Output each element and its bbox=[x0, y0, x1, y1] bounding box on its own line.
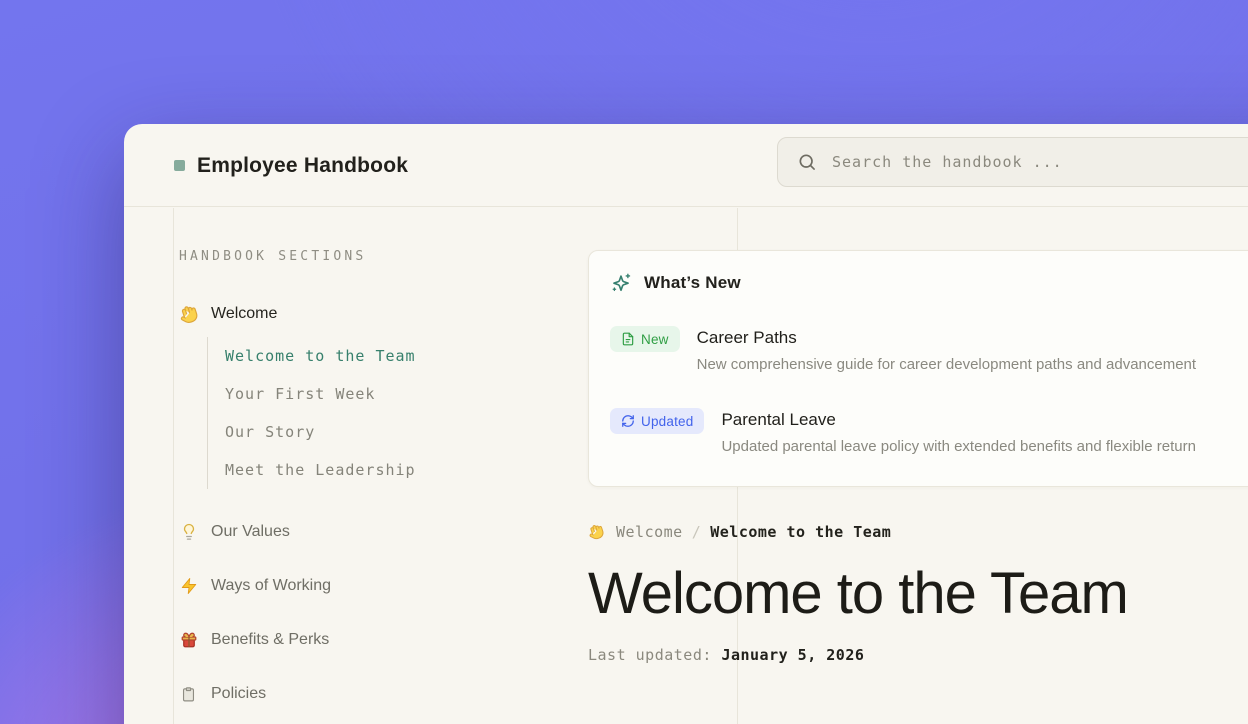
sidebar-item-label: Our Values bbox=[211, 523, 290, 541]
sidebar-section-policies: Policies bbox=[179, 683, 515, 705]
brand: Employee Handbook bbox=[174, 124, 408, 207]
last-updated-label: Last updated: bbox=[588, 646, 712, 664]
app-header: Employee Handbook Search the handbook ..… bbox=[124, 124, 1248, 207]
sidebar-item-label: Policies bbox=[211, 685, 266, 703]
breadcrumb-page: Welcome to the Team bbox=[710, 523, 891, 541]
updated-badge: Updated bbox=[610, 408, 704, 434]
main-content: What’s New New Career Paths New comprehe… bbox=[588, 208, 1248, 664]
sidebar-item-policies[interactable]: Policies bbox=[179, 683, 515, 705]
whats-new-item-title: Parental Leave bbox=[721, 408, 1195, 432]
sidebar: HANDBOOK SECTIONS Welcome Welcome to the… bbox=[175, 208, 515, 705]
whats-new-header: What’s New bbox=[610, 272, 1248, 294]
sidebar-subitem-meet-the-leadership[interactable]: Meet the Leadership bbox=[225, 451, 515, 489]
app-window: Employee Handbook Search the handbook ..… bbox=[124, 124, 1248, 724]
sidebar-subitem-our-story[interactable]: Our Story bbox=[225, 413, 515, 451]
whats-new-item-text: Parental Leave Updated parental leave po… bbox=[721, 408, 1195, 458]
waving-hand-icon bbox=[179, 305, 198, 324]
page-title: Welcome to the Team bbox=[588, 562, 1248, 627]
sidebar-section-welcome: Welcome Welcome to the Team Your First W… bbox=[179, 303, 515, 489]
grid-rule-left bbox=[173, 208, 174, 724]
waving-hand-icon bbox=[588, 524, 605, 541]
sidebar-section-ways-of-working: Ways of Working bbox=[179, 575, 515, 597]
gift-icon bbox=[179, 631, 198, 650]
whats-new-item-text: Career Paths New comprehensive guide for… bbox=[697, 326, 1196, 376]
whats-new-item-description: New comprehensive guide for career devel… bbox=[697, 354, 1196, 376]
sidebar-item-label: Ways of Working bbox=[211, 577, 331, 595]
lightning-bolt-icon bbox=[179, 577, 198, 596]
search-input[interactable]: Search the handbook ... bbox=[777, 137, 1248, 187]
sidebar-subitem-your-first-week[interactable]: Your First Week bbox=[225, 375, 515, 413]
sidebar-heading: HANDBOOK SECTIONS bbox=[179, 249, 515, 264]
sidebar-item-label: Benefits & Perks bbox=[211, 631, 329, 649]
sidebar-section-our-values: Our Values bbox=[179, 521, 515, 543]
sidebar-item-ways-of-working[interactable]: Ways of Working bbox=[179, 575, 515, 597]
clipboard-icon bbox=[179, 685, 198, 704]
breadcrumb: Welcome / Welcome to the Team bbox=[588, 523, 1248, 541]
whats-new-item-career-paths[interactable]: New Career Paths New comprehensive guide… bbox=[610, 326, 1248, 376]
file-text-icon bbox=[621, 332, 635, 346]
sparkles-icon bbox=[610, 272, 632, 294]
sidebar-item-welcome[interactable]: Welcome bbox=[179, 303, 515, 325]
refresh-icon bbox=[621, 414, 635, 428]
app-title: Employee Handbook bbox=[197, 154, 408, 178]
new-badge: New bbox=[610, 326, 680, 352]
breadcrumb-separator: / bbox=[692, 523, 702, 541]
light-bulb-icon bbox=[179, 523, 198, 542]
whats-new-item-parental-leave[interactable]: Updated Parental Leave Updated parental … bbox=[610, 408, 1248, 458]
breadcrumb-section[interactable]: Welcome bbox=[616, 523, 683, 541]
last-updated: Last updated: January 5, 2026 bbox=[588, 646, 1248, 664]
whats-new-title: What’s New bbox=[644, 273, 741, 293]
sidebar-section-benefits-perks: Benefits & Perks bbox=[179, 629, 515, 651]
whats-new-item-title: Career Paths bbox=[697, 326, 1196, 350]
search-icon bbox=[797, 152, 817, 172]
last-updated-date: January 5, 2026 bbox=[721, 646, 864, 664]
sidebar-item-our-values[interactable]: Our Values bbox=[179, 521, 515, 543]
whats-new-card: What’s New New Career Paths New comprehe… bbox=[588, 250, 1248, 487]
whats-new-item-description: Updated parental leave policy with exten… bbox=[721, 436, 1195, 458]
search-placeholder: Search the handbook ... bbox=[832, 153, 1063, 171]
sidebar-subitem-welcome-to-the-team[interactable]: Welcome to the Team bbox=[225, 337, 515, 375]
sidebar-item-label: Welcome bbox=[211, 305, 277, 323]
sidebar-sublist-welcome: Welcome to the Team Your First Week Our … bbox=[207, 337, 515, 489]
sidebar-item-benefits-perks[interactable]: Benefits & Perks bbox=[179, 629, 515, 651]
logo-icon bbox=[174, 160, 185, 171]
badge-label: Updated bbox=[641, 414, 693, 429]
badge-label: New bbox=[641, 332, 669, 347]
